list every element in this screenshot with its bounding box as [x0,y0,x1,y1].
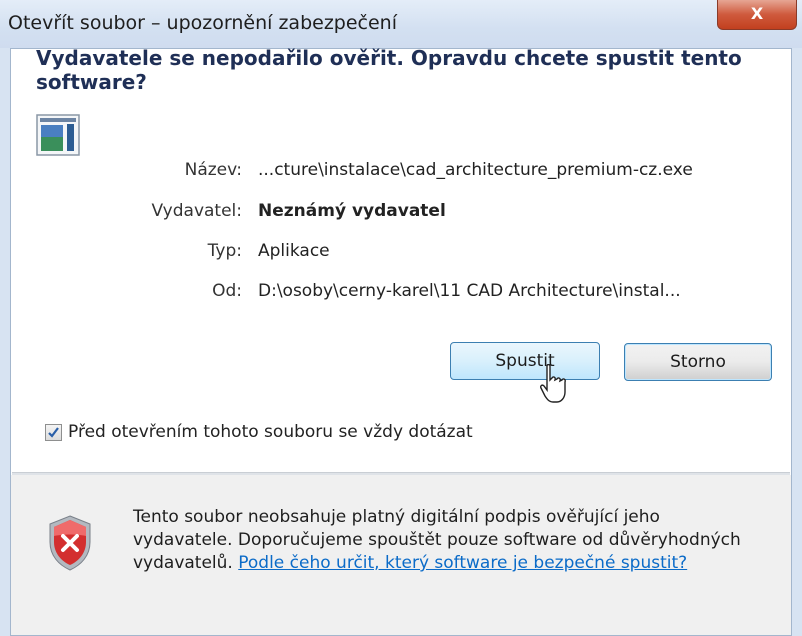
close-icon: X [750,4,764,23]
window-title: Otevřít soubor – upozornění zabezpečení [8,12,397,34]
close-button[interactable]: X [717,0,797,30]
dialog-heading: Vydavatele se nepodařilo ověřit. Opravdu… [36,46,742,94]
security-shield-error-icon [49,515,91,571]
publisher-label: Vydavatel: [151,201,243,221]
window-frame-left [0,48,10,636]
always-ask-label[interactable]: Před otevřením tohoto souboru se vždy do… [68,422,473,442]
publisher-value: Neznámý vydavatel [258,201,446,221]
always-ask-checkbox[interactable] [45,424,62,441]
run-button[interactable]: Spustit [450,342,600,380]
cancel-button[interactable]: Storno [624,343,772,381]
application-window-icon [36,114,80,156]
checkmark-icon [48,427,59,438]
warning-message: Tento soubor neobsahuje platný digitální… [133,506,753,575]
mouse-cursor-icon [540,364,566,403]
type-value: Aplikace [258,241,330,261]
from-value: D:\osoby\cerny-karel\11 CAD Architecture… [258,281,681,301]
type-label: Typ: [207,241,242,261]
name-label: Název: [184,160,242,180]
window-frame-right [792,48,802,636]
title-bar: Otevřít soubor – upozornění zabezpečení … [0,0,802,48]
footer-divider [12,472,790,475]
safe-software-help-link[interactable]: Podle čeho určit, který software je bezp… [238,553,687,573]
from-label: Od: [212,281,242,301]
name-value: ...cture\instalace\cad_architecture_prem… [258,160,693,180]
